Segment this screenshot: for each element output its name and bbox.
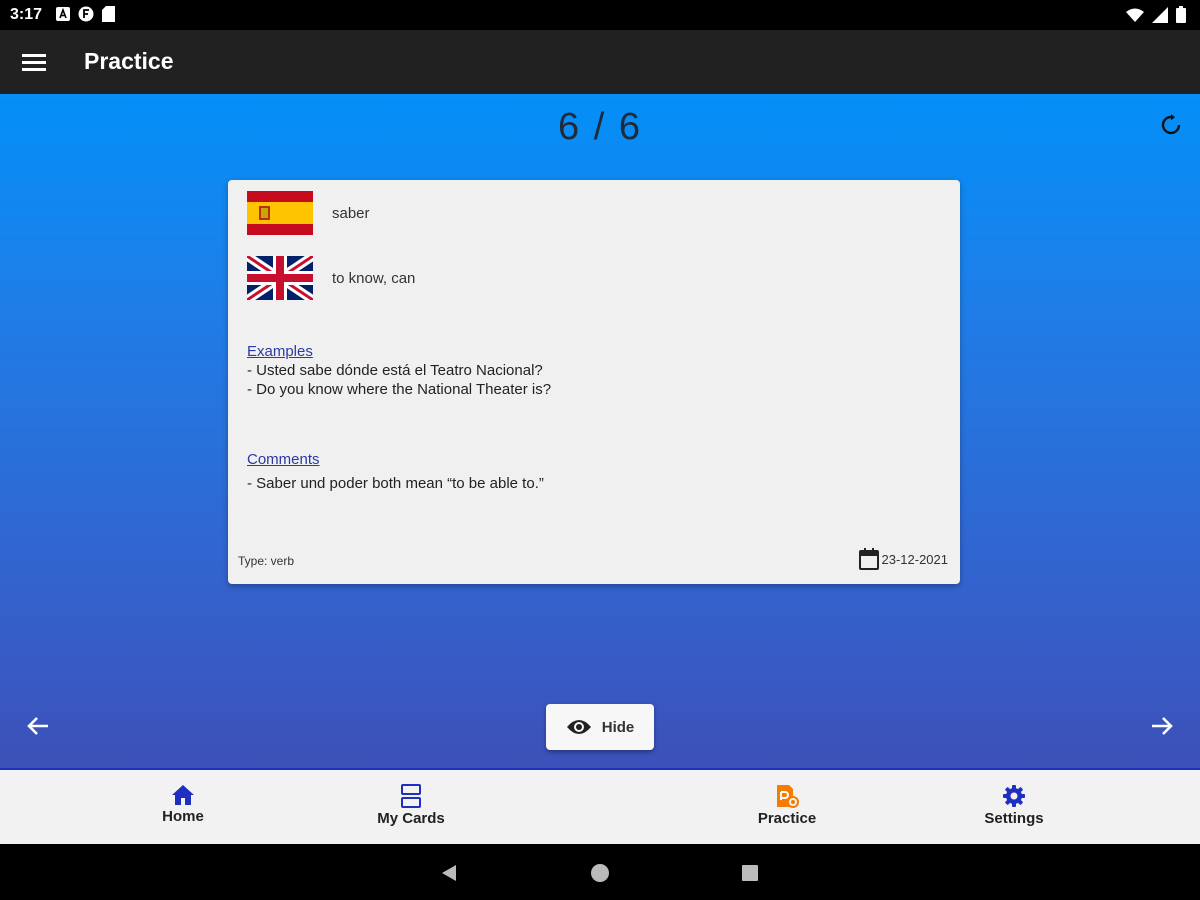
signal-icon	[1152, 6, 1168, 23]
example-line: - Do you know where the National Theater…	[247, 381, 552, 398]
recents-square-icon	[742, 865, 758, 881]
word-type-label: Type: verb	[238, 554, 295, 568]
next-card-button[interactable]	[1146, 710, 1178, 742]
flashcard: saber to know, can Examples - Usted sabe…	[228, 180, 960, 584]
eye-icon	[566, 720, 591, 734]
examples-title[interactable]: Examples	[247, 343, 313, 360]
nav-item-label: Practice	[757, 810, 817, 827]
status-icons-left	[56, 6, 115, 22]
card-counter: 6 / 6	[558, 106, 642, 148]
app-bar: Practice	[0, 30, 1200, 94]
home-icon	[172, 785, 194, 805]
practice-icon	[777, 785, 799, 808]
spain-flag-icon	[247, 191, 313, 235]
notification-a-icon	[56, 7, 70, 21]
refresh-button[interactable]	[1156, 110, 1186, 140]
nav-item-label: Home	[162, 808, 204, 825]
home-circle-icon	[591, 864, 609, 882]
card-date: 23-12-2021	[858, 548, 949, 570]
system-home-button[interactable]	[589, 862, 611, 884]
calendar-icon	[858, 548, 879, 570]
nav-item-home[interactable]: Home	[113, 784, 253, 825]
practice-area: 6 / 6 saber to know, can Examples - Uste…	[0, 94, 1200, 768]
status-icons-right	[1126, 6, 1186, 23]
comments-title[interactable]: Comments	[247, 451, 320, 468]
gear-icon	[1003, 785, 1025, 807]
status-time: 3:17	[10, 6, 43, 23]
uk-flag-icon	[247, 256, 313, 300]
notification-f-icon	[78, 6, 94, 22]
back-triangle-icon	[442, 865, 456, 881]
source-word: saber	[332, 205, 370, 222]
system-navigation-bar	[0, 844, 1200, 900]
bottom-navigation: Home My Cards Practice Settings	[0, 768, 1200, 844]
refresh-icon	[1161, 114, 1181, 135]
example-line: - Usted sabe dónde está el Teatro Nacion…	[247, 362, 543, 379]
arrow-left-icon	[27, 717, 48, 735]
system-back-button[interactable]	[438, 862, 460, 884]
system-recents-button[interactable]	[739, 862, 761, 884]
previous-card-button[interactable]	[22, 710, 54, 742]
nav-item-label: Settings	[984, 810, 1044, 827]
status-bar: 3:17	[0, 0, 1200, 30]
comment-line: - Saber und poder both mean “to be able …	[247, 475, 544, 492]
target-word: to know, can	[332, 270, 416, 287]
hide-button-label: Hide	[601, 718, 635, 736]
menu-button[interactable]	[14, 48, 54, 76]
nav-item-my-cards[interactable]: My Cards	[341, 784, 481, 827]
nav-item-practice[interactable]: Practice	[717, 784, 857, 827]
page-title: Practice	[84, 48, 174, 74]
date-text: 23-12-2021	[881, 551, 949, 567]
battery-icon	[1176, 6, 1186, 23]
arrow-right-icon	[1152, 717, 1173, 735]
nav-item-settings[interactable]: Settings	[944, 784, 1084, 827]
sd-card-icon	[102, 6, 115, 22]
wifi-icon	[1126, 8, 1144, 22]
cards-icon	[401, 784, 421, 808]
nav-item-label: My Cards	[377, 810, 445, 827]
hide-button[interactable]: Hide	[546, 704, 654, 750]
hamburger-menu-icon	[22, 54, 46, 71]
